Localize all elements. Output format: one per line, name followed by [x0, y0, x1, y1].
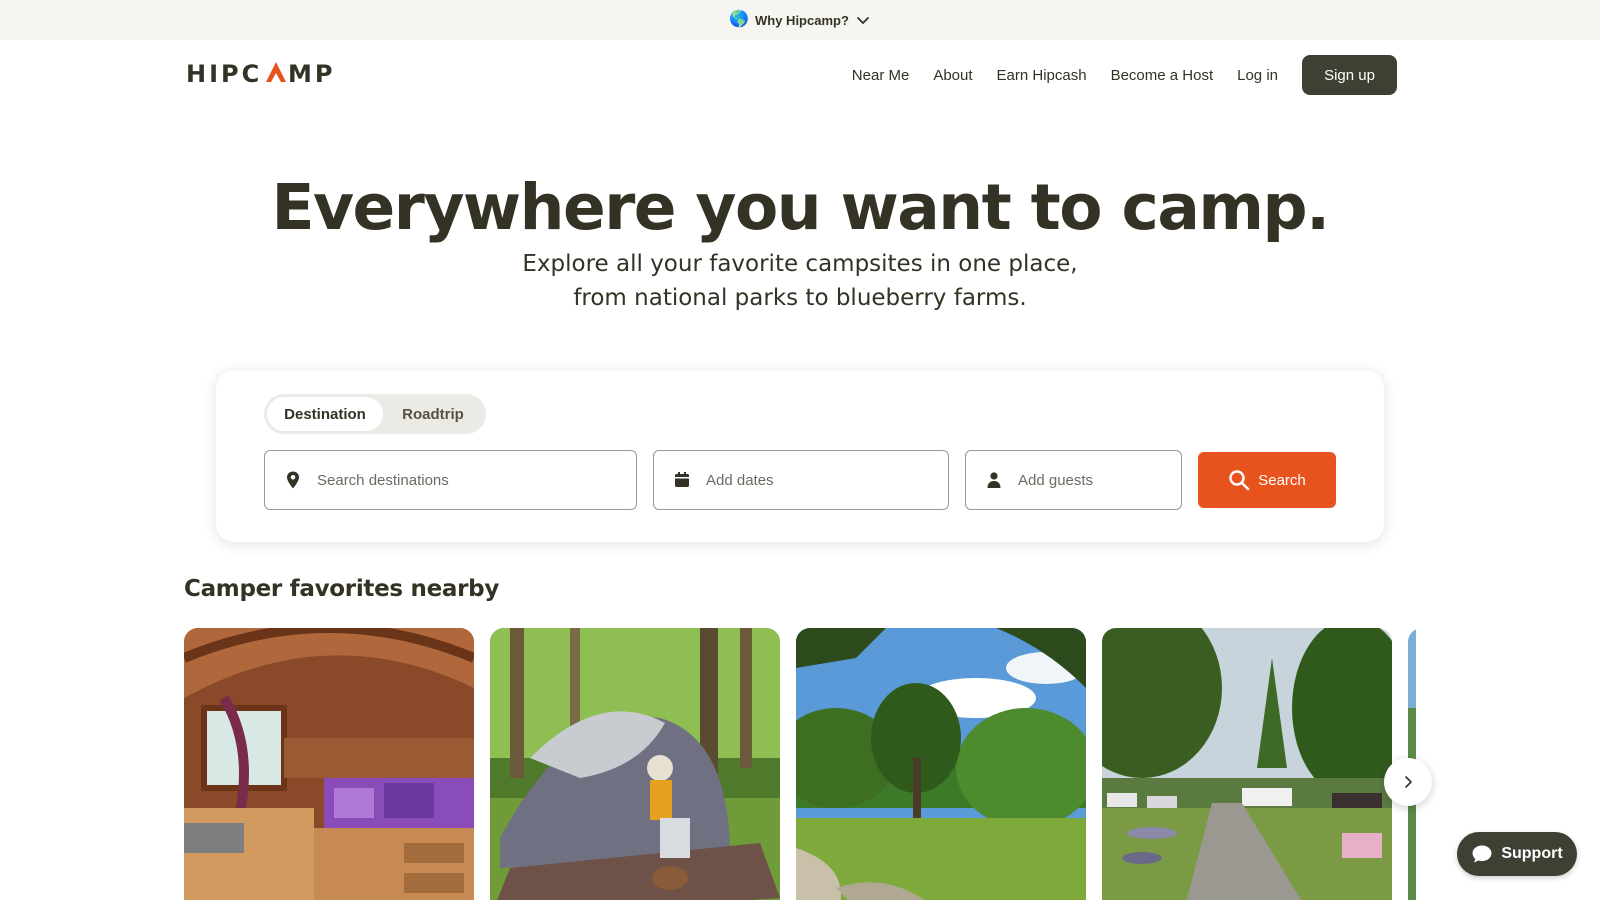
destination-field[interactable] — [264, 450, 637, 510]
search-mode-toggle: Destination Roadtrip — [264, 394, 486, 434]
support-button[interactable]: Support — [1457, 832, 1577, 876]
calendar-icon — [675, 472, 689, 487]
person-icon — [987, 472, 1001, 488]
search-icon — [1229, 470, 1250, 491]
nav-near-me[interactable]: Near Me — [852, 67, 910, 84]
dates-field[interactable] — [653, 450, 949, 510]
guests-field[interactable] — [965, 450, 1182, 510]
grassy-field-image — [796, 628, 1086, 900]
search-button[interactable]: Search — [1198, 452, 1336, 508]
add-dates-input[interactable] — [706, 471, 948, 489]
search-card: Destination Roadtrip Search — [216, 370, 1384, 542]
globe-icon: 🌎 — [729, 11, 749, 28]
carousel-next-button[interactable] — [1384, 758, 1432, 806]
campsite-card-1[interactable] — [184, 628, 474, 900]
svg-text:HIPC: HIPC — [186, 60, 262, 88]
cabin-interior-image — [184, 628, 474, 900]
main-nav: Near Me About Earn Hipcash Become a Host… — [852, 40, 1397, 110]
hero-subtitle-line-2: from national parks to blueberry farms. — [573, 285, 1027, 311]
map-pin-icon — [287, 471, 299, 489]
campsite-card-3[interactable] — [796, 628, 1086, 900]
why-hipcamp-label: Why Hipcamp? — [755, 12, 849, 28]
campsite-card-2[interactable] — [490, 628, 780, 900]
sign-up-button[interactable]: Sign up — [1302, 55, 1397, 95]
gravel-road-campground-image — [1102, 628, 1392, 900]
search-destinations-input[interactable] — [317, 471, 636, 489]
hero-subtitle: Explore all your favorite campsites in o… — [0, 247, 1600, 315]
favorites-carousel — [184, 628, 1416, 900]
chat-bubble-icon — [1472, 845, 1492, 863]
chevron-right-icon — [1405, 776, 1412, 788]
why-hipcamp-banner[interactable]: 🌎 Why Hipcamp? — [0, 0, 1600, 40]
chevron-down-icon — [857, 17, 869, 25]
site-header: HIPC MP Near Me About Earn Hipcash Becom… — [0, 40, 1600, 110]
nav-about[interactable]: About — [933, 67, 972, 84]
tab-destination[interactable]: Destination — [267, 397, 383, 431]
search-button-label: Search — [1258, 471, 1306, 489]
hero-title: Everywhere you want to camp. — [271, 171, 1330, 244]
tab-roadtrip[interactable]: Roadtrip — [383, 397, 483, 431]
campsite-card-4[interactable] — [1102, 628, 1392, 900]
svg-text:MP: MP — [288, 60, 335, 88]
tent-forest-image — [490, 628, 780, 900]
camper-favorites-title: Camper favorites nearby — [184, 576, 500, 602]
hero-subtitle-line-1: Explore all your favorite campsites in o… — [522, 251, 1078, 277]
nav-become-a-host[interactable]: Become a Host — [1111, 67, 1214, 84]
nav-log-in[interactable]: Log in — [1237, 67, 1278, 84]
add-guests-input[interactable] — [1018, 471, 1181, 489]
support-label: Support — [1501, 845, 1563, 862]
hipcamp-logo[interactable]: HIPC MP — [186, 58, 336, 88]
nav-earn-hipcash[interactable]: Earn Hipcash — [997, 67, 1087, 84]
